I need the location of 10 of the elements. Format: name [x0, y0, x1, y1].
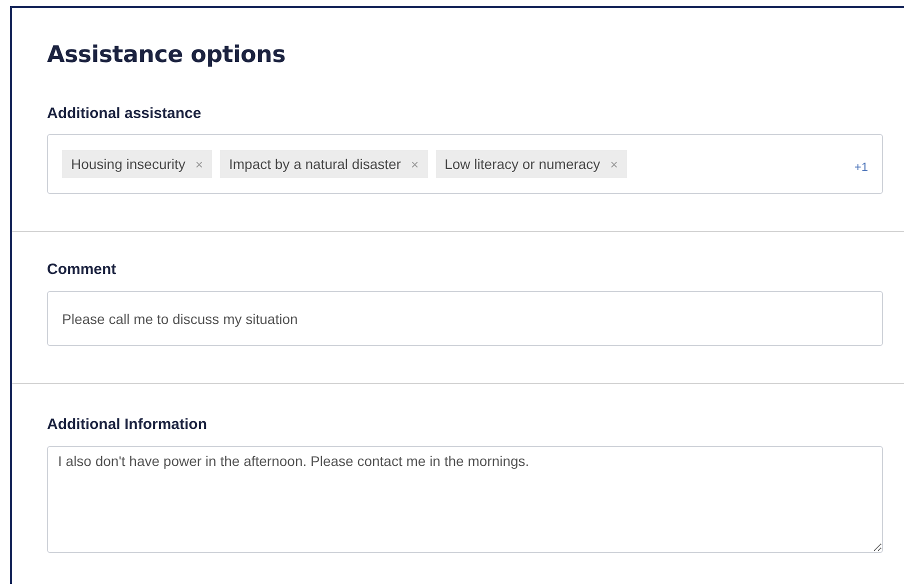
additional-information-field[interactable]: I also don't have power in the afternoon. Please contact me in the mornings.: [47, 446, 883, 553]
tag-label: Low literacy or numeracy: [444, 156, 600, 172]
section-title: Assistance options: [47, 41, 286, 70]
field-label: Comment: [47, 261, 118, 279]
field-label: Additional assistance: [47, 105, 202, 123]
tag-label: Impact by a natural disaster: [228, 156, 401, 172]
comment-field[interactable]: Please call me to discuss my situation: [47, 291, 883, 346]
field-label: Additional Information: [47, 416, 208, 434]
tag-label: Housing insecurity: [71, 156, 186, 172]
more-count: +1: [854, 160, 868, 174]
